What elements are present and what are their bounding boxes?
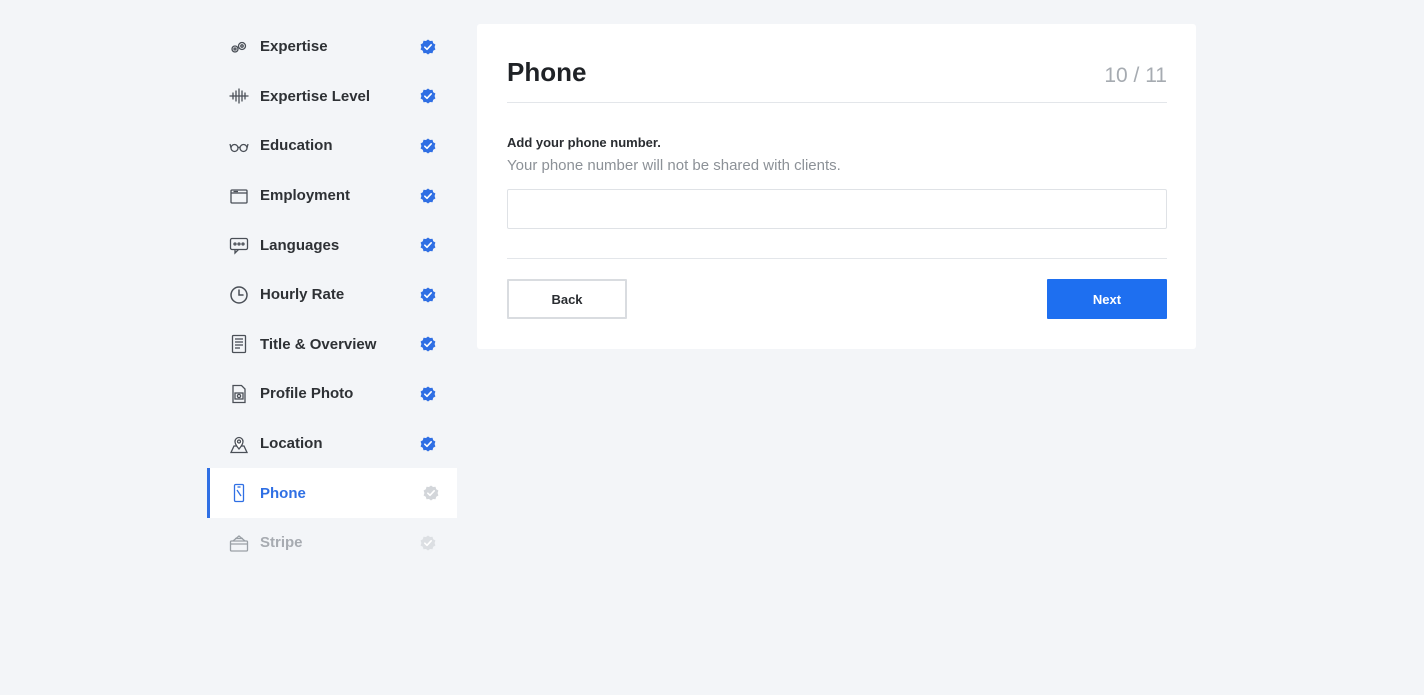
check-pending-icon [423, 485, 439, 501]
folder-icon [229, 186, 249, 206]
check-complete-icon [420, 237, 436, 253]
sidebar-step-location[interactable]: Location [207, 419, 457, 469]
credit-card-icon [229, 533, 249, 553]
phone-field-label: Add your phone number. [507, 135, 661, 150]
phone-input[interactable] [507, 189, 1167, 229]
page: Expertise Expertise Level Education Empl… [0, 0, 1424, 695]
check-complete-icon [420, 336, 436, 352]
waveform-icon [229, 86, 249, 106]
sidebar-step-expertise[interactable]: Expertise [207, 22, 457, 72]
phone-icon [229, 483, 249, 503]
sidebar-step-stripe[interactable]: Stripe [207, 518, 457, 568]
sidebar-step-hourly-rate[interactable]: Hourly Rate [207, 270, 457, 320]
glasses-icon [229, 136, 249, 156]
photo-file-icon [229, 384, 249, 404]
sidebar-step-title-overview[interactable]: Title & Overview [207, 320, 457, 370]
check-complete-icon [420, 138, 436, 154]
sidebar-step-phone[interactable]: Phone [207, 468, 457, 518]
document-icon [229, 334, 249, 354]
page-title: Phone [507, 57, 587, 87]
back-button[interactable]: Back [507, 279, 627, 319]
sidebar-step-education[interactable]: Education [207, 121, 457, 171]
check-pending-icon [420, 535, 436, 551]
check-complete-icon [420, 386, 436, 402]
sidebar-step-expertise-level[interactable]: Expertise Level [207, 72, 457, 122]
phone-field-help-text: Your phone number will not be shared wit… [507, 157, 841, 174]
map-pin-icon [229, 434, 249, 454]
footer-divider [507, 258, 1167, 259]
step-counter: 10 / 11 [1104, 64, 1167, 87]
steps-sidebar: Expertise Expertise Level Education Empl… [207, 22, 457, 568]
check-complete-icon [420, 88, 436, 104]
sidebar-step-languages[interactable]: Languages [207, 220, 457, 270]
sidebar-step-profile-photo[interactable]: Profile Photo [207, 369, 457, 419]
next-button[interactable]: Next [1047, 279, 1167, 319]
gears-icon [229, 37, 249, 57]
clock-icon [229, 285, 249, 305]
check-complete-icon [420, 287, 436, 303]
phone-step-card: Phone 10 / 11 Add your phone number. You… [477, 24, 1196, 349]
check-complete-icon [420, 188, 436, 204]
sidebar-step-employment[interactable]: Employment [207, 171, 457, 221]
header-divider [507, 102, 1167, 103]
check-complete-icon [420, 39, 436, 55]
chat-bubble-icon [229, 235, 249, 255]
check-complete-icon [420, 436, 436, 452]
